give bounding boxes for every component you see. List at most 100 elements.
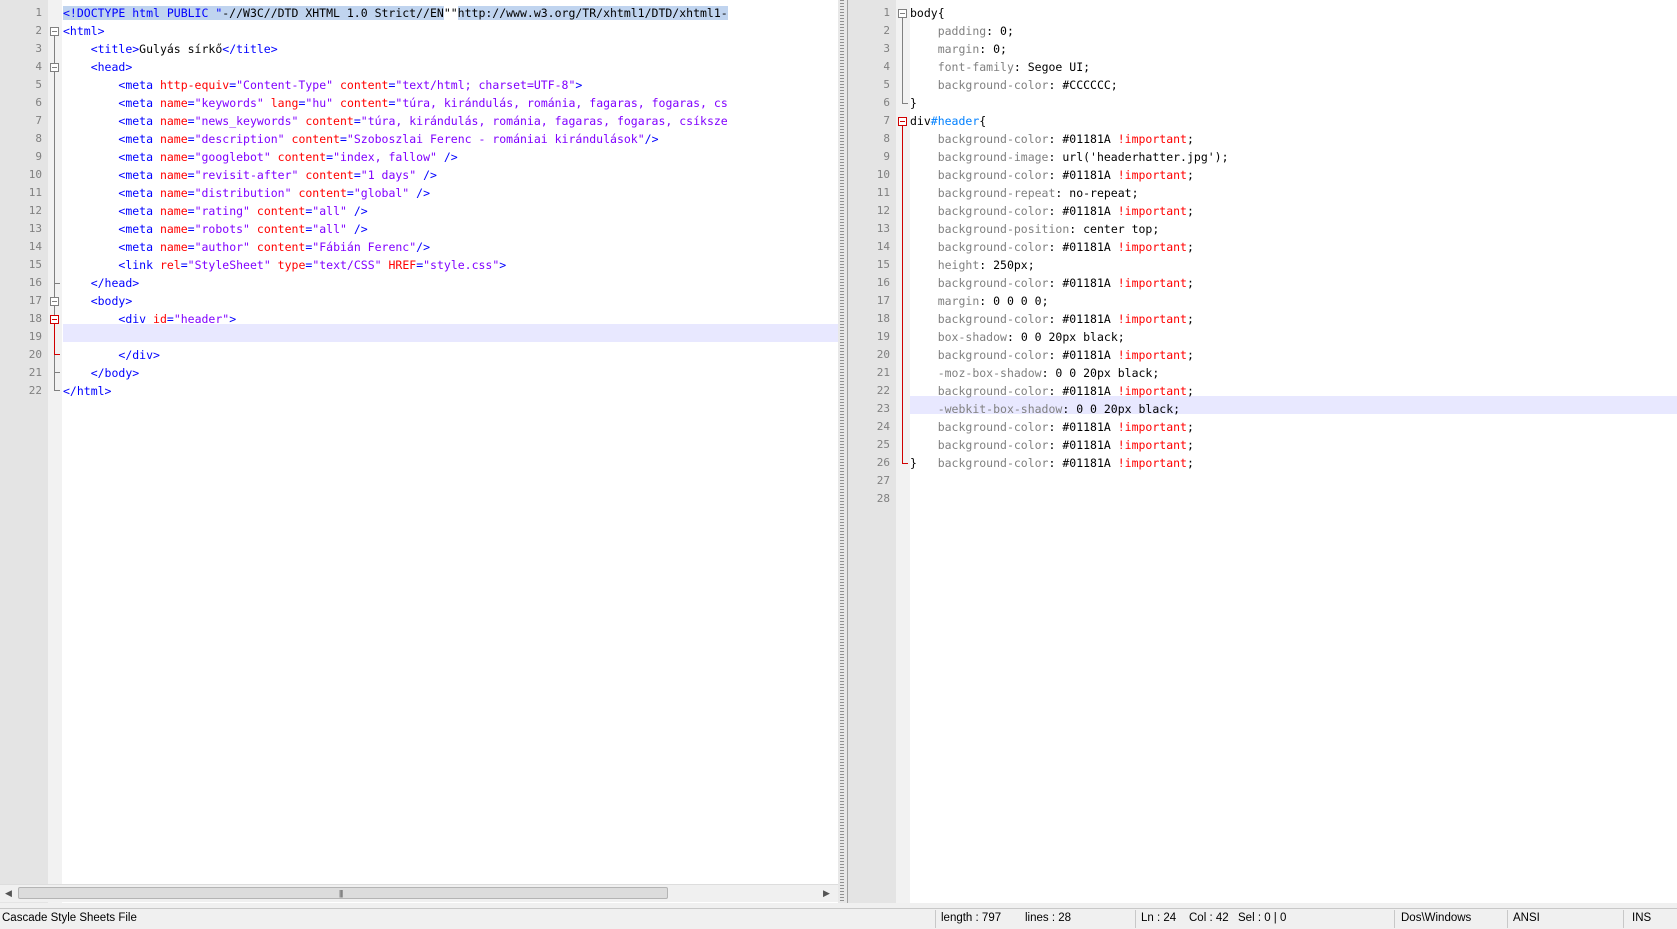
code-line-5[interactable]: <meta http-equiv="Content-Type" content=… bbox=[63, 76, 838, 94]
code-line-16[interactable]: </head> bbox=[63, 274, 838, 292]
code-line-1[interactable]: <!DOCTYPE html PUBLIC "-//W3C//DTD XHTML… bbox=[63, 4, 838, 22]
scroll-left-icon[interactable]: ◀ bbox=[5, 888, 12, 899]
css-line-12[interactable]: background-color: #01181A !important; bbox=[910, 202, 1677, 220]
code-line-12[interactable]: <meta name="rating" content="all" /> bbox=[63, 202, 838, 220]
semicolon: ; bbox=[1186, 168, 1194, 182]
css-line-8[interactable]: background-color: #01181A !important; bbox=[910, 130, 1677, 148]
fold-margin[interactable] bbox=[48, 0, 62, 903]
line-number: 11 bbox=[28, 186, 42, 199]
title-close-tag: </title> bbox=[222, 42, 278, 56]
css-line-9[interactable]: background-image: url('headerhatter.jpg'… bbox=[910, 148, 1677, 166]
tag-close: > bbox=[575, 78, 583, 92]
css-line-20[interactable]: background-color: #01181A !important; bbox=[910, 346, 1677, 364]
equals: = bbox=[187, 204, 195, 218]
fold-toggle-icon[interactable] bbox=[898, 117, 907, 126]
code-line-21[interactable]: </body> bbox=[63, 364, 838, 382]
fold-margin[interactable] bbox=[896, 0, 910, 903]
code-line-7[interactable]: <meta name="news_keywords" content="túra… bbox=[63, 112, 838, 130]
css-value: 0 0 20px black; bbox=[1020, 330, 1125, 344]
fold-toggle-icon[interactable] bbox=[50, 63, 59, 72]
attr-name: name bbox=[159, 168, 188, 182]
css-line-1[interactable]: body{ bbox=[910, 4, 1677, 22]
attr-value: "news_keywords" bbox=[194, 114, 299, 128]
fold-toggle-icon[interactable] bbox=[50, 315, 59, 324]
important-keyword: !important bbox=[1117, 312, 1187, 326]
scrollbar-thumb[interactable]: ||| bbox=[18, 887, 668, 899]
left-editor-pane[interactable]: 1 2 3 4 5 6 7 8 9 10 11 12 13 14 15 16 17 18 19 20 21 22 <!DO… bbox=[0, 0, 839, 903]
code-line-8[interactable]: <meta name="description" content="Szobos… bbox=[63, 130, 838, 148]
css-value: #CCCCCC; bbox=[1062, 78, 1118, 92]
equals: = bbox=[339, 132, 347, 146]
css-line-11[interactable]: background-repeat: no-repeat; bbox=[910, 184, 1677, 202]
fold-line bbox=[54, 324, 55, 354]
css-line-27[interactable]: } bbox=[910, 454, 1677, 472]
attr-name: content bbox=[333, 96, 389, 110]
fold-toggle-icon[interactable] bbox=[50, 297, 59, 306]
line-number: 4 bbox=[883, 60, 890, 73]
code-line-10[interactable]: <meta name="revisit-after" content="1 da… bbox=[63, 166, 838, 184]
code-line-15[interactable]: <link rel="StyleSheet" type="text/CSS" H… bbox=[63, 256, 838, 274]
pane-splitter[interactable] bbox=[838, 0, 847, 903]
css-line-10[interactable]: background-color: #01181A !important; bbox=[910, 166, 1677, 184]
doctype-public-id: -//W3C//DTD XHTML 1.0 Strict//EN bbox=[222, 6, 444, 20]
tag-close: /> bbox=[346, 222, 368, 236]
right-editor-pane[interactable]: 1 2 3 4 5 6 7 8 9 10 11 12 13 14 15 16 17 18 19 20 21 22 23 24 2… bbox=[847, 0, 1677, 903]
eol-format[interactable]: Dos\Windows bbox=[1401, 912, 1471, 924]
code-line-13[interactable]: <meta name="robots" content="all" /> bbox=[63, 220, 838, 238]
code-line-17[interactable]: <body> bbox=[63, 292, 838, 310]
line-number: 10 bbox=[876, 168, 890, 181]
css-line-25[interactable]: background-color: #01181A !important; bbox=[910, 436, 1677, 454]
code-line-9[interactable]: <meta name="googlebot" content="index, f… bbox=[63, 148, 838, 166]
important-keyword: !important bbox=[1117, 168, 1187, 182]
attr-value: "all" bbox=[312, 204, 347, 218]
attr-name: lang bbox=[263, 96, 299, 110]
css-line-22[interactable]: background-color: #01181A !important; bbox=[910, 382, 1677, 400]
code-line-11[interactable]: <meta name="distribution" content="globa… bbox=[63, 184, 838, 202]
css-line-24[interactable]: background-color: #01181A !important; bbox=[910, 418, 1677, 436]
css-line-2[interactable]: padding: 0; bbox=[910, 22, 1677, 40]
css-line-21[interactable]: -moz-box-shadow: 0 0 20px black; bbox=[910, 364, 1677, 382]
attr-value: "googlebot" bbox=[194, 150, 271, 164]
css-value: #01181A bbox=[1062, 204, 1118, 218]
fold-toggle-icon[interactable] bbox=[898, 9, 907, 18]
css-line-15[interactable]: height: 250px; bbox=[910, 256, 1677, 274]
status-bar: Cascade Style Sheets File length : 797 l… bbox=[0, 908, 1677, 929]
attr-value: "Fábián Ferenc" bbox=[312, 240, 417, 254]
css-line-19[interactable]: box-shadow: 0 0 20px black; bbox=[910, 328, 1677, 346]
code-line-14[interactable]: <meta name="author" content="Fábián Fere… bbox=[63, 238, 838, 256]
html-open-tag: <html> bbox=[63, 24, 105, 38]
code-line-4[interactable]: <head> bbox=[63, 58, 838, 76]
code-line-20[interactable]: </div> bbox=[63, 346, 838, 364]
code-line-22[interactable]: </html> bbox=[63, 382, 838, 400]
insert-mode[interactable]: INS bbox=[1632, 912, 1651, 924]
code-line-6[interactable]: <meta name="keywords" lang="hu" content=… bbox=[63, 94, 838, 112]
css-line-13[interactable]: background-position: center top; bbox=[910, 220, 1677, 238]
meta-tag: <meta bbox=[118, 168, 160, 182]
encoding[interactable]: ANSI bbox=[1513, 912, 1540, 924]
code-line-2[interactable]: <html> bbox=[63, 22, 838, 40]
css-value: no-repeat; bbox=[1069, 186, 1139, 200]
css-line-18[interactable]: background-color: #01181A !important; bbox=[910, 310, 1677, 328]
code-line-18[interactable]: <div id="header"> bbox=[63, 310, 838, 328]
css-property: background-image bbox=[937, 150, 1049, 164]
css-line-5[interactable]: background-color: #CCCCCC; bbox=[910, 76, 1677, 94]
line-number: 26 bbox=[876, 456, 890, 469]
css-line-3[interactable]: margin: 0; bbox=[910, 40, 1677, 58]
horizontal-scrollbar[interactable]: ◀ ||| ▶ bbox=[0, 884, 838, 902]
css-line-17[interactable]: margin: 0 0 0 0; bbox=[910, 292, 1677, 310]
css-line-7[interactable]: div#header{ bbox=[910, 112, 1677, 130]
scroll-right-icon[interactable]: ▶ bbox=[823, 888, 830, 899]
code-line-3[interactable]: <title>Gulyás sírkő</title> bbox=[63, 40, 838, 58]
css-line-14[interactable]: background-color: #01181A !important; bbox=[910, 238, 1677, 256]
fold-toggle-icon[interactable] bbox=[50, 27, 59, 36]
css-value: #01181A bbox=[1062, 348, 1118, 362]
css-line-4[interactable]: font-family: Segoe UI; bbox=[910, 58, 1677, 76]
tag-close: /> bbox=[416, 168, 437, 182]
css-line-6[interactable]: } bbox=[910, 94, 1677, 112]
semicolon: ; bbox=[1186, 384, 1194, 398]
important-keyword: !important bbox=[1117, 348, 1187, 362]
css-property: background-color bbox=[937, 204, 1049, 218]
semicolon: ; bbox=[1186, 132, 1194, 146]
css-line-16[interactable]: background-color: #01181A !important; bbox=[910, 274, 1677, 292]
css-line-23[interactable]: -webkit-box-shadow: 0 0 20px black; bbox=[910, 400, 1677, 418]
